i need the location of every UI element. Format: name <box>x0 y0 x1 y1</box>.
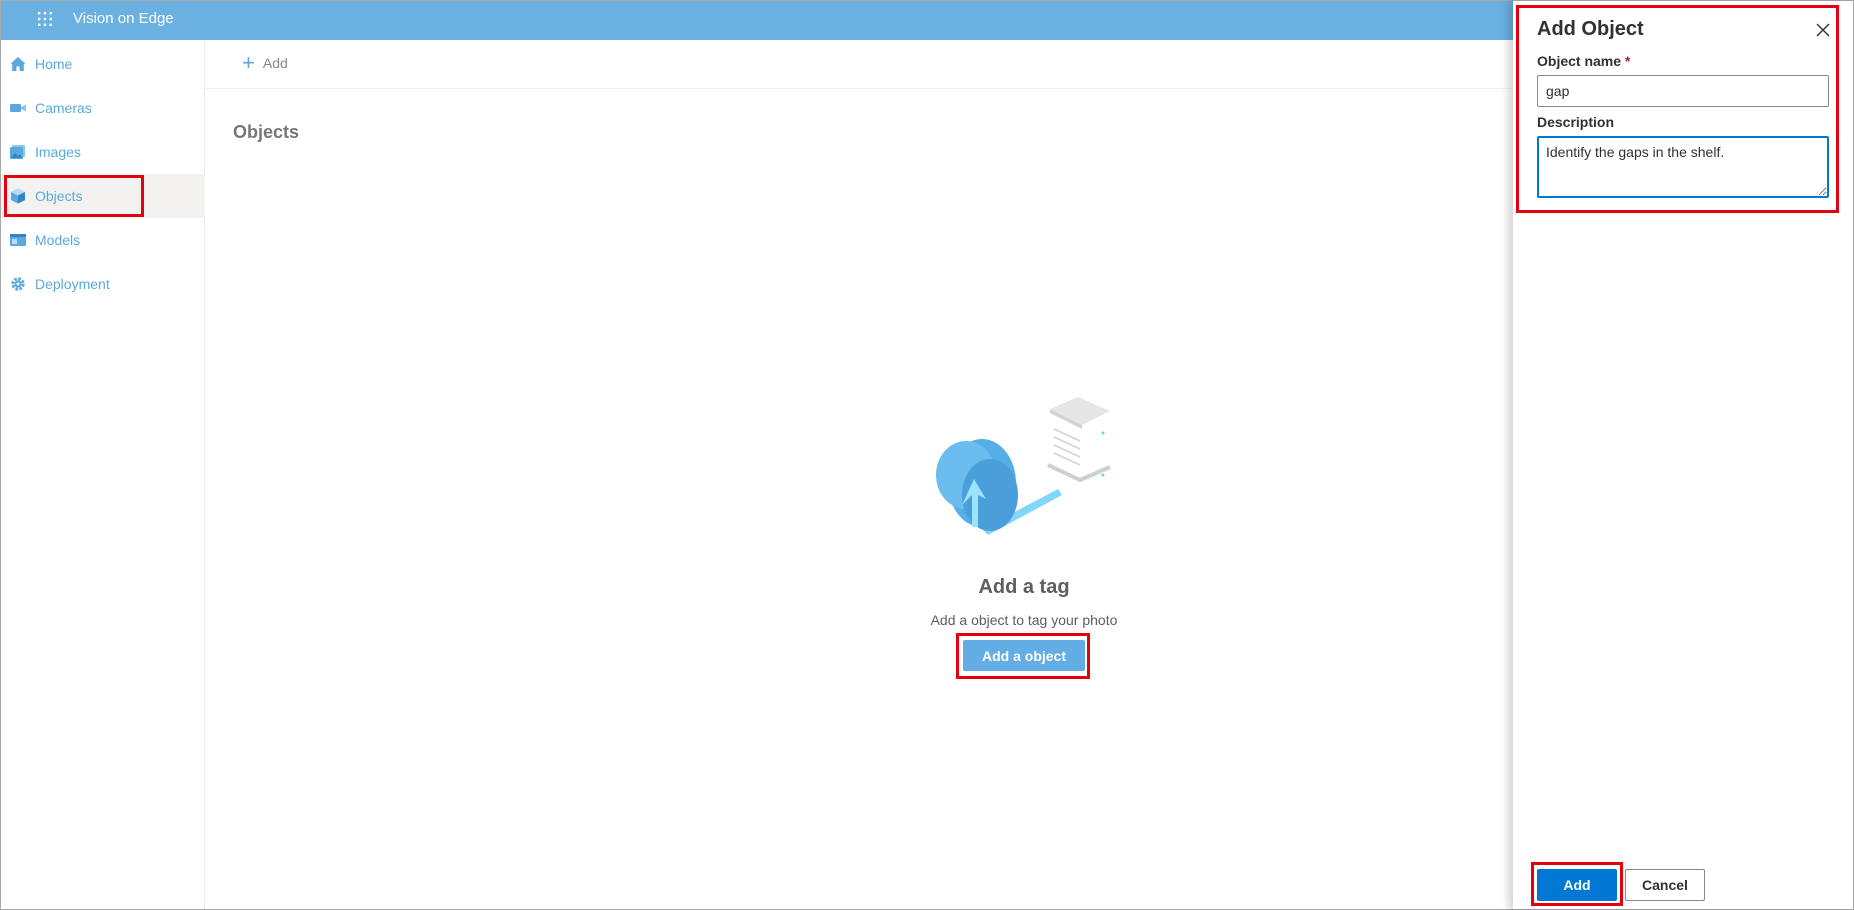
object-name-label-text: Object name <box>1537 53 1622 69</box>
add-object-button[interactable]: Add a object <box>963 640 1085 671</box>
images-icon <box>9 143 27 161</box>
panel-title: Add Object <box>1537 18 1644 40</box>
sidebar-item-deployment[interactable]: Deployment <box>1 262 205 306</box>
empty-state-title: Add a tag <box>978 576 1070 598</box>
command-bar: + Add <box>206 40 1514 89</box>
sidebar-item-images[interactable]: Images <box>1 130 205 174</box>
app-title[interactable]: Vision on Edge <box>73 10 174 27</box>
add-object-panel: Add Object Object name * Description Ide… <box>1513 1 1853 909</box>
add-command-label: Add <box>262 55 288 71</box>
sidebar-item-label: Deployment <box>35 276 110 292</box>
sidebar-item-cameras[interactable]: Cameras <box>1 86 205 130</box>
sidebar-item-label: Home <box>35 56 73 72</box>
plus-icon: + <box>242 50 255 75</box>
close-icon <box>1815 23 1831 41</box>
description-label: Description <box>1537 114 1615 130</box>
add-button[interactable]: Add <box>1537 869 1617 901</box>
empty-state-subtitle: Add a object to tag your photo <box>930 612 1118 628</box>
sidebar-item-label: Images <box>35 144 81 160</box>
close-button[interactable] <box>1813 21 1833 41</box>
object-name-input[interactable] <box>1537 75 1829 107</box>
cube-icon <box>9 187 27 205</box>
required-marker: * <box>1624 53 1631 69</box>
gear-icon <box>9 275 27 293</box>
sidebar-item-home[interactable]: Home <box>1 42 205 86</box>
sidebar-item-label: Objects <box>35 188 83 204</box>
page-title: Objects <box>233 122 300 142</box>
add-command-button[interactable]: + Add <box>242 50 288 75</box>
sidebar-item-label: Cameras <box>35 100 92 116</box>
cancel-button[interactable]: Cancel <box>1625 869 1705 901</box>
sidebar-item-objects[interactable]: Objects <box>1 174 205 218</box>
sidebar-nav: Home Cameras Images Objects Models Deplo… <box>1 40 205 909</box>
cloud-upload-illustration <box>930 395 1115 545</box>
description-textarea[interactable]: Identify the gaps in the shelf. <box>1537 136 1829 198</box>
sidebar-item-label: Models <box>35 232 81 248</box>
object-name-label: Object name * <box>1537 53 1630 69</box>
sidebar-item-models[interactable]: Models <box>1 218 205 262</box>
top-bar: Vision on Edge <box>1 1 1513 40</box>
home-icon <box>9 55 27 73</box>
camera-icon <box>9 99 27 117</box>
model-icon <box>9 231 27 249</box>
app-launcher-icon[interactable] <box>37 11 53 27</box>
